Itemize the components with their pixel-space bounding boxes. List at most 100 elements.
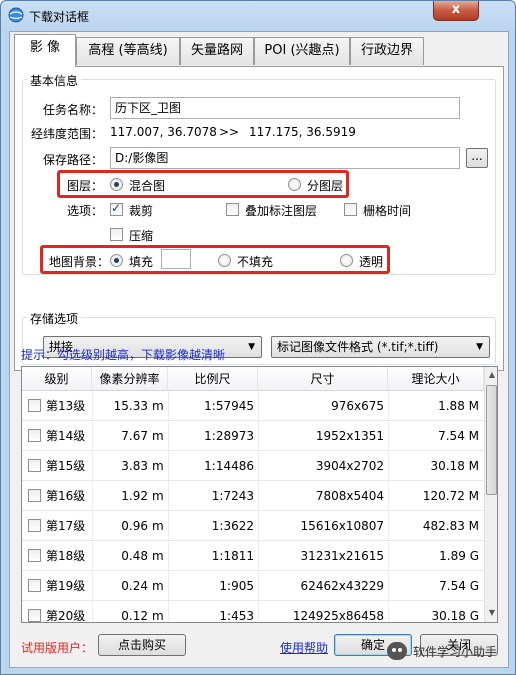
tab-admin-boundary[interactable]: 行政边界 — [350, 37, 424, 65]
level-cell: 第16级 — [46, 489, 86, 503]
title-bar[interactable]: 下载对话框 x — [1, 1, 515, 29]
layer-mixed-label: 混合图 — [129, 179, 166, 193]
scale-cell: 1:14486 — [204, 459, 254, 473]
options-label: 选项： — [67, 204, 104, 218]
bg-nofill-radio[interactable] — [218, 254, 231, 267]
watermark-text: 软件学习小助手 — [413, 644, 498, 659]
scroll-down-icon[interactable]: ▼ — [485, 605, 497, 621]
level-cell: 第15级 — [46, 459, 86, 473]
compress-checkbox[interactable] — [110, 228, 123, 241]
level-checkbox[interactable] — [28, 459, 41, 472]
storage-title: 存储选项 — [27, 310, 82, 327]
layer-label: 图层： — [67, 179, 104, 193]
window-title: 下载对话框 — [29, 10, 90, 24]
grid-time-label: 栅格时间 — [363, 204, 412, 218]
est-size-cell: 7.54 M — [438, 429, 479, 443]
dialog-window: 下载对话框 x 影 像 高程 (等高线) 矢量路网 POI (兴趣点) 行政边界… — [0, 0, 516, 675]
layer-split-radio[interactable] — [288, 178, 301, 191]
latlon-arrow: >> — [219, 125, 240, 139]
map-background-label: 地图背景： — [49, 255, 110, 269]
resolution-unit: m — [152, 399, 164, 413]
level-checkbox[interactable] — [28, 549, 41, 562]
resolution-unit: m — [152, 609, 164, 623]
est-size-cell: 1.88 M — [438, 399, 479, 413]
file-format-value: 标记图像文件格式 (*.tif;*.tiff) — [277, 340, 439, 354]
col-header-est-size[interactable]: 理论大小 — [388, 367, 484, 391]
level-table: 级别 像素分辨率 比例尺 尺寸 理论大小 第13级 15.33 m 1:57945 97… — [21, 366, 498, 623]
table-row[interactable]: 第15级 3.83 m 1:14486 3904x2702 30.18 M — [22, 451, 484, 481]
scale-cell: 1:7243 — [211, 489, 254, 503]
table-row[interactable]: 第19级 0.24 m 1:905 62462x43229 7.54 G — [22, 571, 484, 601]
est-size-cell: 120.72 M — [422, 489, 479, 503]
crop-checkbox[interactable] — [110, 201, 123, 216]
basic-info-title: 基本信息 — [27, 72, 82, 89]
size-cell: 1952x1351 — [315, 429, 384, 443]
size-cell: 62462x43229 — [300, 579, 384, 593]
tab-elevation[interactable]: 高程 (等高线) — [76, 37, 180, 65]
size-cell: 15616x10807 — [300, 519, 384, 533]
resolution-cell: 0.24 — [121, 579, 148, 593]
dialog-client-area: 影 像 高程 (等高线) 矢量路网 POI (兴趣点) 行政边界 基本信息 任务… — [9, 31, 509, 668]
resolution-unit: m — [152, 489, 164, 503]
level-checkbox[interactable] — [28, 429, 41, 442]
resolution-unit: m — [152, 519, 164, 533]
hint-text: 提示：勾选级别越高，下载影像越清晰 — [21, 348, 226, 362]
buy-button[interactable]: 点击购买 — [98, 634, 186, 656]
tab-road-network[interactable]: 矢量路网 — [180, 37, 254, 65]
scrollbar-thumb[interactable] — [486, 385, 497, 495]
grid-time-checkbox[interactable] — [344, 203, 357, 216]
task-name-input[interactable]: 历下区_卫图 — [110, 97, 460, 119]
est-size-cell: 30.18 G — [431, 609, 479, 623]
level-cell: 第14级 — [46, 429, 86, 443]
overlay-annotation-checkbox[interactable] — [226, 203, 239, 216]
table-row[interactable]: 第14级 7.67 m 1:28973 1952x1351 7.54 M — [22, 421, 484, 451]
browse-button[interactable]: ... — [466, 148, 488, 168]
col-header-level[interactable]: 级别 — [22, 367, 92, 391]
level-cell: 第13级 — [46, 399, 86, 413]
compress-label: 压缩 — [129, 229, 154, 243]
table-row[interactable]: 第13级 15.33 m 1:57945 976x675 1.88 M — [22, 391, 484, 421]
level-checkbox[interactable] — [28, 579, 41, 592]
table-row[interactable]: 第20级 0.12 m 1:453 124925x86458 30.18 G — [22, 601, 484, 623]
bg-transparent-radio[interactable] — [340, 254, 353, 267]
table-row[interactable]: 第16级 1.92 m 1:7243 7808x5404 120.72 M — [22, 481, 484, 511]
scale-cell: 1:3622 — [211, 519, 254, 533]
scroll-up-icon[interactable]: ▲ — [485, 367, 497, 383]
window-close-button[interactable]: x — [433, 1, 479, 21]
layer-mixed-radio[interactable] — [110, 178, 123, 191]
latlon-from: 117.007, 36.7078 — [110, 125, 217, 139]
table-row[interactable]: 第18级 0.48 m 1:1811 31231x21615 1.89 G — [22, 541, 484, 571]
wechat-icon — [387, 642, 407, 660]
col-header-scale[interactable]: 比例尺 — [168, 367, 258, 391]
level-checkbox[interactable] — [28, 399, 41, 412]
resolution-cell: 3.83 — [121, 459, 148, 473]
resolution-cell: 15.33 — [113, 399, 148, 413]
resolution-unit: m — [152, 579, 164, 593]
bg-fill-radio[interactable] — [110, 254, 123, 267]
level-checkbox[interactable] — [28, 489, 41, 502]
size-cell: 31231x21615 — [300, 549, 384, 563]
table-scrollbar[interactable]: ▲ ▼ — [484, 367, 497, 622]
file-format-select[interactable]: 标记图像文件格式 (*.tif;*.tiff) ▼ — [271, 336, 490, 358]
scale-cell: 1:453 — [219, 609, 254, 623]
help-link[interactable]: 使用帮助 — [280, 639, 328, 656]
scale-cell: 1:905 — [219, 579, 254, 593]
tab-imagery[interactable]: 影 像 — [14, 34, 76, 67]
save-path-input[interactable]: D:/影像图 — [110, 147, 460, 169]
app-globe-icon — [8, 7, 24, 23]
tab-panel-imagery: 基本信息 任务名称： 历下区_卫图 经纬度范围： 117.007, 36.707… — [14, 66, 504, 371]
tab-poi[interactable]: POI (兴趣点) — [254, 37, 350, 65]
fill-color-swatch[interactable] — [161, 249, 191, 269]
size-cell: 3904x2702 — [315, 459, 384, 473]
level-cell: 第19级 — [46, 579, 86, 593]
col-header-size[interactable]: 尺寸 — [258, 367, 388, 391]
est-size-cell: 482.83 M — [422, 519, 479, 533]
overlay-annotation-label: 叠加标注图层 — [245, 204, 318, 218]
level-checkbox[interactable] — [28, 609, 41, 622]
table-row[interactable]: 第17级 0.96 m 1:3622 15616x10807 482.83 M — [22, 511, 484, 541]
level-checkbox[interactable] — [28, 519, 41, 532]
col-header-resolution[interactable]: 像素分辨率 — [92, 367, 168, 391]
size-cell: 7808x5404 — [315, 489, 384, 503]
watermark: 软件学习小助手 — [387, 639, 497, 663]
resolution-cell: 7.67 — [121, 429, 148, 443]
